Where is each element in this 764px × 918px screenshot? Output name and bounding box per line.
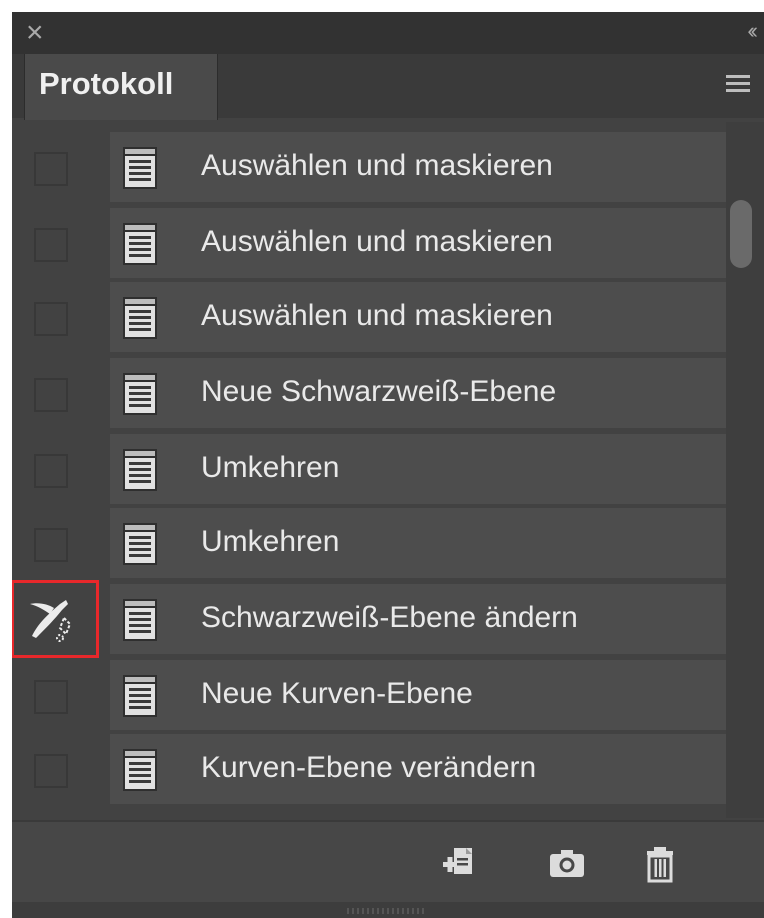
history-source-checkbox[interactable] — [34, 378, 68, 412]
scrollbar-thumb[interactable] — [730, 200, 752, 268]
resize-grip[interactable] — [347, 908, 427, 914]
history-state-row[interactable]: Auswählen und maskieren — [12, 208, 726, 278]
history-source-cell[interactable] — [12, 734, 104, 804]
history-state-row[interactable]: Neue Kurven-Ebene — [12, 660, 726, 730]
history-state-label: Kurven-Ebene verändern — [201, 751, 537, 784]
document-icon — [122, 448, 158, 497]
document-icon — [122, 296, 158, 345]
history-state-row[interactable]: Kurven-Ebene verändern — [12, 734, 726, 804]
tab-bar: Protokoll — [12, 54, 764, 120]
history-state-label: Auswählen und maskieren — [201, 225, 553, 258]
history-state-label: Umkehren — [201, 451, 340, 484]
history-state-row[interactable]: Schwarzweiß-Ebene ändern — [12, 580, 726, 658]
history-source-checkbox[interactable] — [34, 302, 68, 336]
camera-icon[interactable] — [547, 844, 587, 884]
document-icon — [122, 222, 158, 271]
history-source-cell[interactable] — [12, 508, 104, 578]
history-state-row[interactable]: Auswählen und maskieren — [12, 132, 726, 202]
panel-footer — [12, 820, 764, 904]
history-state-label: Neue Schwarzweiß-Ebene — [201, 375, 557, 408]
panel-title-bar: × ‹‹ — [12, 12, 764, 54]
new-document-from-state-icon[interactable] — [438, 844, 478, 884]
collapse-panel-icon[interactable]: ‹‹ — [747, 16, 757, 46]
tab-label: Protokoll — [39, 66, 174, 101]
history-list: Auswählen und maskieren Auswählen und mas… — [12, 132, 726, 820]
history-state-row[interactable]: Umkehren — [12, 508, 726, 578]
panel-menu-icon[interactable] — [726, 75, 750, 95]
history-source-cell[interactable] — [12, 282, 104, 352]
history-source-cell[interactable] — [12, 208, 104, 278]
highlight-frame — [12, 580, 99, 658]
history-source-checkbox[interactable] — [34, 454, 68, 488]
history-source-checkbox[interactable] — [34, 680, 68, 714]
history-state-label: Neue Kurven-Ebene — [201, 677, 473, 710]
tab-protokoll[interactable]: Protokoll — [24, 54, 218, 120]
history-source-checkbox[interactable] — [34, 754, 68, 788]
document-icon — [122, 146, 158, 195]
resize-grip-bar[interactable] — [12, 902, 764, 918]
close-icon[interactable]: × — [26, 16, 44, 50]
history-state-label: Schwarzweiß-Ebene ändern — [201, 601, 578, 634]
history-source-checkbox[interactable] — [34, 228, 68, 262]
history-source-cell[interactable] — [12, 660, 104, 730]
document-icon — [122, 748, 158, 797]
document-icon — [122, 598, 158, 647]
history-source-checkbox[interactable] — [34, 528, 68, 562]
history-state-row[interactable]: Umkehren — [12, 434, 726, 504]
history-source-cell[interactable] — [12, 132, 104, 202]
document-icon — [122, 372, 158, 421]
history-state-row[interactable]: Auswählen und maskieren — [12, 282, 726, 352]
history-source-cell[interactable] — [12, 580, 104, 658]
history-state-label: Umkehren — [201, 525, 340, 558]
trash-icon[interactable] — [640, 844, 680, 884]
history-state-label: Auswählen und maskieren — [201, 299, 553, 332]
history-source-cell[interactable] — [12, 358, 104, 428]
history-state-label: Auswählen und maskieren — [201, 149, 553, 182]
document-icon — [122, 674, 158, 723]
history-source-cell[interactable] — [12, 434, 104, 504]
history-panel: × ‹‹ Protokoll Auswählen und maskieren Au… — [12, 12, 764, 918]
document-icon — [122, 522, 158, 571]
history-state-row[interactable]: Neue Schwarzweiß-Ebene — [12, 358, 726, 428]
history-source-checkbox[interactable] — [34, 152, 68, 186]
